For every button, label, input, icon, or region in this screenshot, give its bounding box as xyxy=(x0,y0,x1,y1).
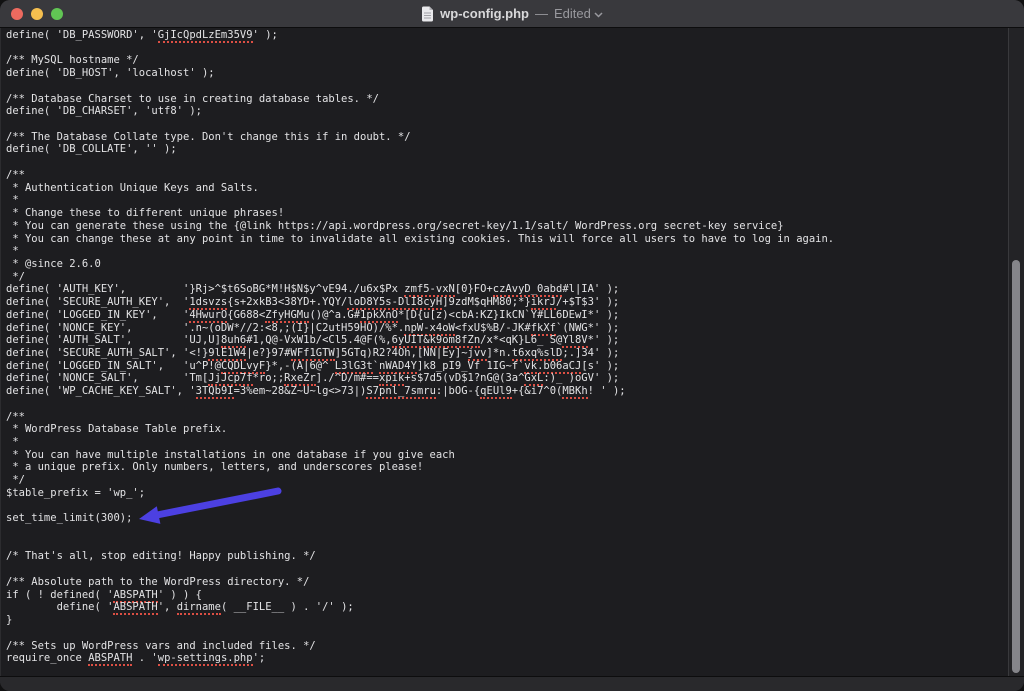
code-line[interactable]: * You can generate these using the {@lin… xyxy=(6,220,1008,233)
code-line[interactable]: /** Database Charset to use in creating … xyxy=(6,93,1008,106)
code-line[interactable]: define( 'SECURE_AUTH_SALT', '<!}9lE1W4|e… xyxy=(6,347,1008,360)
code-line[interactable]: define( 'AUTH_KEY', '}Rj>^$t6SoBG*M!H$N$… xyxy=(6,283,1008,296)
code-line[interactable] xyxy=(6,525,1008,538)
code-line[interactable]: define( 'DB_CHARSET', 'utf8' ); xyxy=(6,105,1008,118)
spellcheck-underline: MBKh xyxy=(562,385,587,399)
code-line[interactable]: * xyxy=(6,194,1008,207)
code-line[interactable]: define( 'AUTH_SALT', 'UJ,U]8uh6#1,Q@-VxW… xyxy=(6,334,1008,347)
code-line[interactable]: * xyxy=(6,245,1008,258)
code-line[interactable]: * a unique prefix. Only numbers, letters… xyxy=(6,461,1008,474)
code-line[interactable]: define( 'DB_COLLATE', '' ); xyxy=(6,143,1008,156)
code-line[interactable] xyxy=(6,80,1008,93)
title-separator: — xyxy=(535,6,548,21)
code-line[interactable] xyxy=(6,563,1008,576)
spellcheck-underline: t6xq%slD xyxy=(512,347,563,361)
spellcheck-underline: 9lE1W4 xyxy=(208,347,246,361)
edited-label: Edited xyxy=(554,6,591,21)
code-line[interactable]: */ xyxy=(6,271,1008,284)
spellcheck-underline: WFf1GTW xyxy=(291,347,335,361)
scrollbar[interactable] xyxy=(1008,28,1024,677)
code-line[interactable]: * Change these to different unique phras… xyxy=(6,207,1008,220)
code-line[interactable]: set_time_limit(300); xyxy=(6,512,1008,525)
code-line[interactable]: define( 'LOGGED_IN_SALT', 'u^P!@CQDLvyF}… xyxy=(6,360,1008,373)
spellcheck-underline: jvv xyxy=(468,347,487,361)
code-line[interactable]: * You can change these at any point in t… xyxy=(6,233,1008,246)
code-line[interactable] xyxy=(6,627,1008,640)
code-line[interactable]: /** The Database Collate type. Don't cha… xyxy=(6,131,1008,144)
chevron-down-icon xyxy=(594,12,603,18)
textedit-window: wp-config.php — Edited define( 'DB_PASSW… xyxy=(0,0,1024,691)
spellcheck-underline: 3TQb9I xyxy=(196,385,234,399)
code-line[interactable] xyxy=(6,42,1008,55)
title-bar[interactable]: wp-config.php — Edited xyxy=(0,0,1024,28)
spellcheck-underline: wp-settings.php xyxy=(158,652,253,666)
spellcheck-underline: 1pkXnO xyxy=(360,309,398,323)
spellcheck-underline: 4HwurO xyxy=(189,309,227,323)
window-title: wp-config.php xyxy=(440,6,529,21)
scrollbar-thumb[interactable] xyxy=(1012,260,1020,673)
code-content: define( 'DB_PASSWORD', 'GjIcQpdLzEm35V9'… xyxy=(0,28,1008,665)
code-line[interactable]: /* That's all, stop editing! Happy publi… xyxy=(6,550,1008,563)
spellcheck-underline: loD8Y5s-DlI8cyH xyxy=(347,296,442,310)
spellcheck-underline: qEUl9 xyxy=(480,385,512,399)
code-line[interactable]: */ xyxy=(6,474,1008,487)
code-line[interactable]: define( 'NONCE_KEY', '.n~(oDW*//2:<8,;(I… xyxy=(6,322,1008,335)
document-icon xyxy=(421,6,434,22)
window-footer xyxy=(0,676,1024,691)
code-line[interactable] xyxy=(6,156,1008,169)
code-line[interactable]: * WordPress Database Table prefix. xyxy=(6,423,1008,436)
code-line[interactable]: define( 'SECURE_AUTH_KEY', '1dsvzs{s+2xk… xyxy=(6,296,1008,309)
code-line[interactable]: * Authentication Unique Keys and Salts. xyxy=(6,182,1008,195)
spellcheck-underline: 1dsvzs xyxy=(189,296,227,310)
spellcheck-underline: ABSPATH xyxy=(113,601,157,615)
code-editor[interactable]: define( 'DB_PASSWORD', 'GjIcQpdLzEm35V9'… xyxy=(0,28,1008,677)
edited-menu[interactable]: Edited xyxy=(554,6,603,21)
code-line[interactable]: /** xyxy=(6,169,1008,182)
code-line[interactable] xyxy=(6,118,1008,131)
code-line[interactable]: define( 'ABSPATH', dirname( __FILE__ ) .… xyxy=(6,601,1008,614)
code-line[interactable]: require_once ABSPATH . 'wp-settings.php'… xyxy=(6,652,1008,665)
spellcheck-underline: ikrJ xyxy=(531,296,556,310)
spellcheck-underline: S7pnl_7smru xyxy=(366,385,436,399)
code-line[interactable] xyxy=(6,538,1008,551)
code-line[interactable]: /** xyxy=(6,411,1008,424)
code-line[interactable]: define( 'NONCE_SALT', 'Tm[JjJcp7f*ro;;Rx… xyxy=(6,372,1008,385)
spellcheck-underline: ABSPATH xyxy=(88,652,132,666)
code-line[interactable]: define( 'LOGGED_IN_KEY', '4HwurO{G688<Zf… xyxy=(6,309,1008,322)
code-line[interactable]: /** Absolute path to the WordPress direc… xyxy=(6,576,1008,589)
spellcheck-underline: ZfyHGMu xyxy=(265,309,309,323)
code-line[interactable]: * You can have multiple installations in… xyxy=(6,449,1008,462)
code-line[interactable]: define( 'WP_CACHE_KEY_SALT', '3TQb9I=3%e… xyxy=(6,385,1008,398)
spellcheck-underline: GjIcQpdLzEm35V9 xyxy=(158,29,253,43)
window-title-group: wp-config.php — Edited xyxy=(0,0,1024,27)
spellcheck-underline: dirname xyxy=(177,601,221,615)
code-line[interactable]: $table_prefix = 'wp_'; xyxy=(6,487,1008,500)
code-line[interactable] xyxy=(6,500,1008,513)
code-line[interactable]: * @since 2.6.0 xyxy=(6,258,1008,271)
code-line[interactable]: /** MySQL hostname */ xyxy=(6,54,1008,67)
code-line[interactable]: } xyxy=(6,614,1008,627)
code-line[interactable]: define( 'DB_HOST', 'localhost' ); xyxy=(6,67,1008,80)
code-line[interactable] xyxy=(6,398,1008,411)
code-line[interactable]: * xyxy=(6,436,1008,449)
code-line[interactable]: if ( ! defined( 'ABSPATH' ) ) { xyxy=(6,589,1008,602)
code-line[interactable]: /** Sets up WordPress vars and included … xyxy=(6,640,1008,653)
code-line[interactable]: define( 'DB_PASSWORD', 'GjIcQpdLzEm35V9'… xyxy=(6,29,1008,42)
